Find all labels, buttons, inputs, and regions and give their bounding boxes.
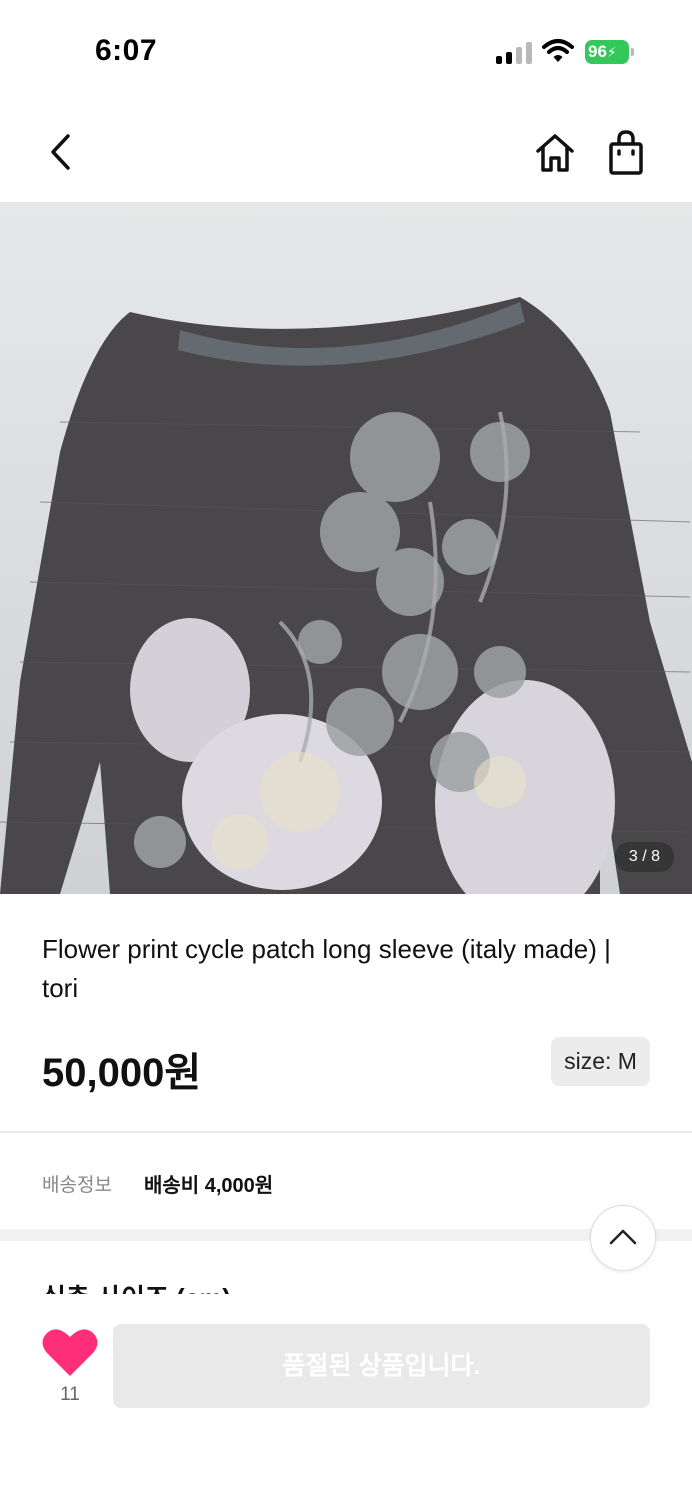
wifi-icon [542, 39, 574, 62]
chevron-up-icon [609, 1229, 637, 1245]
product-image[interactable]: 3 / 8 [0, 202, 692, 894]
shipping-fee: 배송비 4,000원 [144, 1175, 274, 1197]
heart-icon[interactable] [42, 1326, 98, 1378]
bottom-action-bar: 11 품절된 상품입니다. [0, 1296, 692, 1500]
top-navigation [0, 105, 692, 200]
section-divider [0, 1229, 692, 1241]
shopping-bag-icon[interactable] [604, 129, 648, 177]
sweater-photo [0, 202, 692, 894]
size-section-heading: 실측 사이즈 (cm) [42, 1272, 342, 1294]
like-count: 11 [60, 1384, 80, 1405]
sold-out-button[interactable]: 품절된 상품입니다. [113, 1324, 650, 1408]
size-section-heading-text: 실측 사이즈 (cm) [42, 1278, 231, 1294]
cellular-signal-icon [496, 40, 532, 64]
divider [0, 1131, 692, 1133]
home-icon[interactable] [532, 130, 578, 176]
image-counter: 3 / 8 [614, 842, 674, 872]
battery-level: 96 [588, 42, 607, 61]
product-price: 50,000원 [42, 1051, 202, 1095]
shipping-label: 배송정보 [42, 1175, 112, 1196]
product-title: Flower print cycle patch long sleeve (it… [42, 934, 611, 1003]
scroll-to-top-button[interactable] [590, 1205, 656, 1271]
status-bar: 6:07 96⚡ [0, 0, 692, 100]
status-time: 6:07 [95, 34, 158, 67]
size-badge: size: M [551, 1037, 650, 1086]
back-arrow-icon[interactable] [42, 130, 82, 174]
battery-icon: 96⚡ [585, 40, 635, 64]
